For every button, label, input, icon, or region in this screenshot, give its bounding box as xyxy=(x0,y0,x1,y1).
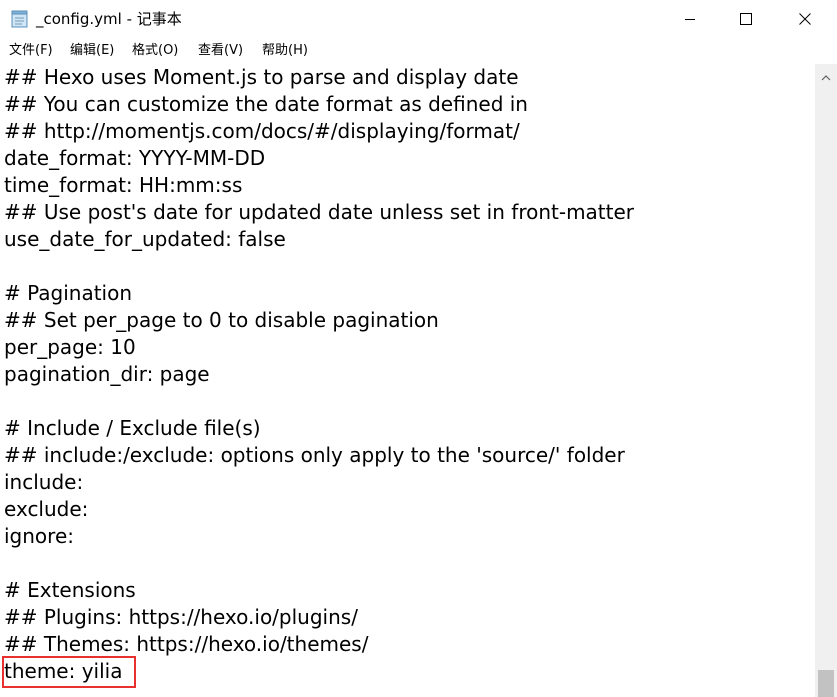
menu-bar: 文件(F) 编辑(E) 格式(O) 查看(V) 帮助(H) xyxy=(0,38,837,65)
chevron-up-icon xyxy=(821,66,831,85)
close-icon xyxy=(799,10,811,29)
menu-edit[interactable]: 编辑(E) xyxy=(70,42,114,60)
scrollbar-thumb[interactable] xyxy=(818,670,834,697)
menu-help[interactable]: 帮助(H) xyxy=(262,42,308,60)
menu-view[interactable]: 查看(V) xyxy=(198,42,243,60)
text-line: include: xyxy=(4,470,84,494)
notepad-window: _config.yml - 记事本 文件(F) 编辑(E) 格式(O) 查看(V… xyxy=(0,0,837,697)
maximize-icon xyxy=(740,10,752,29)
notepad-icon xyxy=(10,10,30,28)
text-editor[interactable]: ## Hexo uses Moment.js to parse and disp… xyxy=(0,64,815,697)
text-line: # Include / Exclude file(s) xyxy=(4,416,261,440)
highlight-annotation xyxy=(2,656,136,688)
text-line: ## Plugins: https://hexo.io/plugins/ xyxy=(4,605,358,629)
text-line: ## Set per_page to 0 to disable paginati… xyxy=(4,308,439,332)
text-line: ignore: xyxy=(4,524,74,548)
text-line: time_format: HH:mm:ss xyxy=(4,173,243,197)
text-line: exclude: xyxy=(4,497,89,521)
window-title: _config.yml - 记事本 xyxy=(36,10,182,28)
text-line: # Pagination xyxy=(4,281,133,305)
minimize-button[interactable] xyxy=(667,0,713,38)
text-line: ## Use post's date for updated date unle… xyxy=(4,200,635,224)
title-bar[interactable]: _config.yml - 记事本 xyxy=(0,0,837,38)
close-button[interactable] xyxy=(782,0,828,38)
text-line: # Extensions xyxy=(4,578,136,602)
text-line: per_page: 10 xyxy=(4,335,136,359)
menu-format[interactable]: 格式(O) xyxy=(132,42,178,60)
menu-file[interactable]: 文件(F) xyxy=(9,42,53,60)
text-line: ## Themes: https://hexo.io/themes/ xyxy=(4,632,369,656)
text-line: pagination_dir: page xyxy=(4,362,210,386)
text-line: ## http://momentjs.com/docs/#/displaying… xyxy=(4,119,520,143)
text-line: ## You can customize the date format as … xyxy=(4,92,528,116)
text-line: use_date_for_updated: false xyxy=(4,227,286,251)
text-line: date_format: YYYY-MM-DD xyxy=(4,146,266,170)
maximize-button[interactable] xyxy=(723,0,769,38)
vertical-scrollbar[interactable] xyxy=(815,64,837,697)
text-line: ## Hexo uses Moment.js to parse and disp… xyxy=(4,65,519,89)
text-line: ## include:/exclude: options only apply … xyxy=(4,443,625,467)
scroll-up-button[interactable] xyxy=(815,64,837,86)
minimize-icon xyxy=(684,10,696,29)
